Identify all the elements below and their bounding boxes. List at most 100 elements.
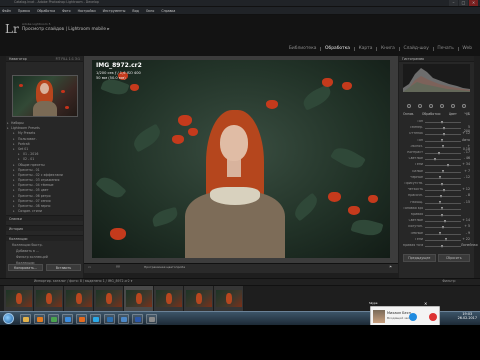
paste-button[interactable]: Вставить <box>46 264 81 271</box>
menu-file[interactable]: Файл <box>2 7 11 14</box>
taskbar-app-icon[interactable] <box>146 314 157 324</box>
module-book[interactable]: Книга <box>381 46 395 51</box>
navigator-preview[interactable] <box>12 75 78 117</box>
maximize-button[interactable]: □ <box>459 0 468 6</box>
slider-value[interactable]: Линейная <box>461 243 478 248</box>
tab-bw[interactable]: Ч/Б <box>465 112 470 118</box>
menu-help[interactable]: Справка <box>161 7 175 14</box>
filmstrip-filter[interactable]: Фильтр: <box>442 279 456 284</box>
module-slideshow[interactable]: Слайд-шоу <box>403 46 428 51</box>
identity-subtitle[interactable]: Просмотр слайдов | Lightroom mobile ▸ <box>22 27 110 33</box>
slider-track[interactable] <box>425 202 461 204</box>
copy-button[interactable]: Копировать... <box>8 264 43 271</box>
slider-knob[interactable] <box>441 244 444 248</box>
slider-track[interactable] <box>425 177 461 179</box>
menu-tools[interactable]: Инструменты <box>103 7 126 14</box>
filmstrip-thumbnail[interactable] <box>4 286 34 312</box>
slider-value[interactable]: + 5 <box>461 225 470 229</box>
menu-edit[interactable]: Правка <box>18 7 30 14</box>
slider-knob[interactable] <box>445 238 448 242</box>
main-photo[interactable]: IMG_8972.cr2 1/200 сек ƒ / 1,6 ISO 400 5… <box>92 60 390 258</box>
tab-basic[interactable]: Основ. <box>403 112 414 118</box>
taskbar-skype-icon[interactable] <box>90 314 101 324</box>
module-library[interactable]: Библиотека <box>289 46 317 51</box>
slider-track[interactable] <box>425 159 461 160</box>
taskbar-lightroom-icon[interactable] <box>118 314 129 324</box>
slider-value[interactable]: - 12 <box>461 175 470 180</box>
slider-track[interactable] <box>425 153 461 154</box>
slider-track[interactable] <box>425 196 461 198</box>
disclosure-triangle-icon[interactable]: ▸ <box>13 209 15 214</box>
history-header[interactable]: История <box>6 225 83 231</box>
filmstrip-thumbnail[interactable] <box>154 286 184 312</box>
minimize-button[interactable]: – <box>449 0 458 6</box>
red-eye-icon[interactable] <box>428 104 433 108</box>
filmstrip-thumbnail[interactable] <box>124 286 154 312</box>
brush-icon[interactable] <box>462 104 467 108</box>
menu-photo[interactable]: Фото <box>62 7 71 14</box>
slider-knob[interactable] <box>443 126 445 130</box>
slider-knob[interactable] <box>441 139 444 143</box>
module-print[interactable]: Печать <box>437 46 453 51</box>
filmstrip-thumbnail[interactable] <box>64 286 94 312</box>
tab-color[interactable]: Цвет <box>449 112 457 118</box>
slider-knob[interactable] <box>438 151 441 155</box>
slider-value[interactable]: + 34 <box>461 163 470 167</box>
slider-knob[interactable] <box>441 225 444 229</box>
slider-knob[interactable] <box>446 163 449 167</box>
slider-value[interactable]: - 46 <box>461 156 470 161</box>
slider-knob[interactable] <box>443 188 446 192</box>
reset-button[interactable]: Сбросить <box>437 254 470 262</box>
slider-knob[interactable] <box>442 170 445 174</box>
menu-view[interactable]: Вид <box>132 7 138 14</box>
slider-knob[interactable] <box>438 201 441 205</box>
spot-removal-icon[interactable] <box>417 104 422 108</box>
filmstrip-thumbnail[interactable] <box>214 286 244 312</box>
slider-knob[interactable] <box>439 232 442 236</box>
slider-value[interactable]: + 12 <box>461 132 470 136</box>
slider-knob[interactable] <box>434 157 436 161</box>
taskbar-explorer-icon[interactable] <box>20 314 31 324</box>
filmstrip-thumbnail[interactable] <box>94 286 124 312</box>
filmstrip-thumbnail[interactable] <box>184 286 214 312</box>
slider-knob[interactable] <box>441 207 444 211</box>
start-button[interactable] <box>3 313 14 324</box>
before-after-button[interactable]: YY <box>116 265 120 272</box>
soft-proof-toggle[interactable]: Программная цветопроба <box>144 265 185 272</box>
taskbar-mediaplayer-icon[interactable] <box>34 314 45 324</box>
slider-track[interactable] <box>425 233 461 235</box>
slider-knob[interactable] <box>441 182 444 186</box>
preset-item[interactable]: ▸ Создан. стили <box>6 209 83 214</box>
collection-item[interactable]: Добавить в ... <box>16 249 39 254</box>
slider-value[interactable]: - 9 <box>461 231 470 236</box>
taskbar-firefox-icon[interactable] <box>76 314 87 324</box>
module-map[interactable]: Карта <box>359 46 373 51</box>
crop-icon[interactable] <box>406 104 411 108</box>
slider-value[interactable]: - 15 <box>461 200 470 205</box>
slider-knob[interactable] <box>439 194 442 198</box>
previous-button[interactable]: Предыдущее <box>403 254 436 262</box>
navigator-zoom[interactable]: FIT FILL 1:1 3:1 <box>56 56 80 62</box>
slider-knob[interactable] <box>439 176 442 180</box>
slider-value[interactable]: - 8 <box>461 194 470 198</box>
accept-call-icon[interactable] <box>409 313 417 321</box>
slider-track[interactable] <box>425 239 461 241</box>
close-button[interactable]: ✕ <box>469 0 478 6</box>
slider-value[interactable]: + 12 <box>461 187 470 192</box>
slider-value[interactable]: + 14 <box>461 218 470 223</box>
graduated-filter-icon[interactable] <box>440 104 445 108</box>
slider-knob[interactable] <box>442 132 445 136</box>
module-develop[interactable]: Обработка <box>325 46 350 51</box>
slider-knob[interactable] <box>441 213 444 217</box>
histogram-header[interactable]: Гистограмма <box>399 56 474 62</box>
collection-item[interactable]: Фильтр коллекций <box>16 255 48 260</box>
slider-track[interactable] <box>425 165 461 167</box>
slider-knob[interactable] <box>441 120 444 124</box>
menu-settings[interactable]: Настройки <box>78 7 96 14</box>
flag-icon[interactable]: ⚑ <box>389 265 392 272</box>
snapshots-header[interactable]: Снимки <box>6 215 83 221</box>
decline-call-icon[interactable] <box>429 313 437 321</box>
menu-window[interactable]: Окно <box>146 7 154 14</box>
navigator-header[interactable]: Навигатор FIT FILL 1:1 3:1 <box>6 56 83 62</box>
slider-value[interactable]: Авто <box>461 138 470 143</box>
